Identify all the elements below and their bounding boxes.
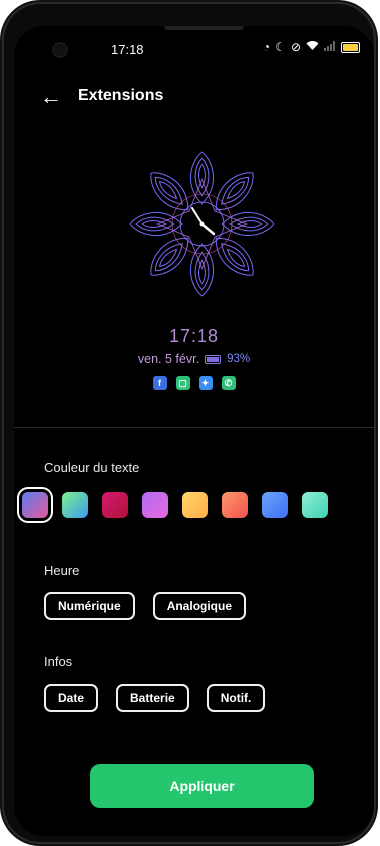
digital-chip[interactable]: Numérique [44,592,135,620]
color-swatch-mint[interactable] [302,492,328,518]
apply-button[interactable]: Appliquer [90,764,314,808]
divider [14,427,374,428]
battery-icon [341,41,360,53]
text-color-label: Couleur du texte [44,460,140,475]
color-swatches [22,492,328,526]
analog-chip[interactable]: Analogique [152,592,247,620]
wifi-icon [306,40,319,54]
color-swatch-orange-red[interactable] [222,492,248,518]
vibrate-icon: ⊘ [290,40,301,54]
phone-icon: ✆ [221,376,236,390]
page-title: Extensions [78,87,164,104]
color-swatch-green-blue[interactable] [62,492,88,518]
lockscreen-date-row: ven. 5 févr. 93% [14,352,374,366]
info-options: Date Batterie Notif. [44,684,266,712]
time-options: Numérique Analogique [44,592,247,620]
speaker-grille [164,26,244,30]
color-swatch-magenta-red[interactable] [102,492,128,518]
messages-icon: ▢ [175,376,190,390]
time-label: Heure [44,563,80,578]
header: ← Extensions [14,84,374,116]
color-swatch-yellow-orange[interactable] [182,492,208,518]
status-icons: ◔ ☾ ⊘ [263,40,360,54]
lockscreen-date: ven. 5 févr. [137,352,200,366]
phone-frame: 17:18 ◔ ☾ ⊘ ← Extensions 17:18 ven. 5 fé… [4,4,374,842]
mandala-clock-artwork [129,151,275,297]
battery-mini-icon [205,354,222,364]
info-label: Infos [44,654,73,669]
screen: 17:18 ◔ ☾ ⊘ ← Extensions 17:18 ven. 5 fé… [14,26,374,836]
color-swatch-violet-pink[interactable] [142,492,168,518]
notif-chip[interactable]: Notif. [206,684,266,712]
lockscreen-time: 17:18 [168,326,220,346]
date-chip[interactable]: Date [44,684,99,712]
color-swatch-blue-pink[interactable] [22,492,48,518]
back-arrow-icon[interactable]: ← [40,84,62,110]
signal-icon [324,40,336,54]
facebook-icon: f [152,376,167,390]
status-time: 17:18 [111,42,144,57]
status-bar: 17:18 ◔ ☾ ⊘ [14,36,374,62]
battery-chip[interactable]: Batterie [116,684,189,712]
alarm-icon: ◔ [262,40,271,54]
notification-icons: f ▢ ✦ ✆ [14,376,374,390]
color-swatch-blue[interactable] [262,492,288,518]
lockscreen-preview: 17:18 ven. 5 févr. 93% f ▢ ✦ ✆ [14,146,374,426]
twitter-icon: ✦ [198,376,213,390]
battery-percent: 93% [227,353,251,365]
do-not-disturb-icon: ☾ [275,40,286,54]
